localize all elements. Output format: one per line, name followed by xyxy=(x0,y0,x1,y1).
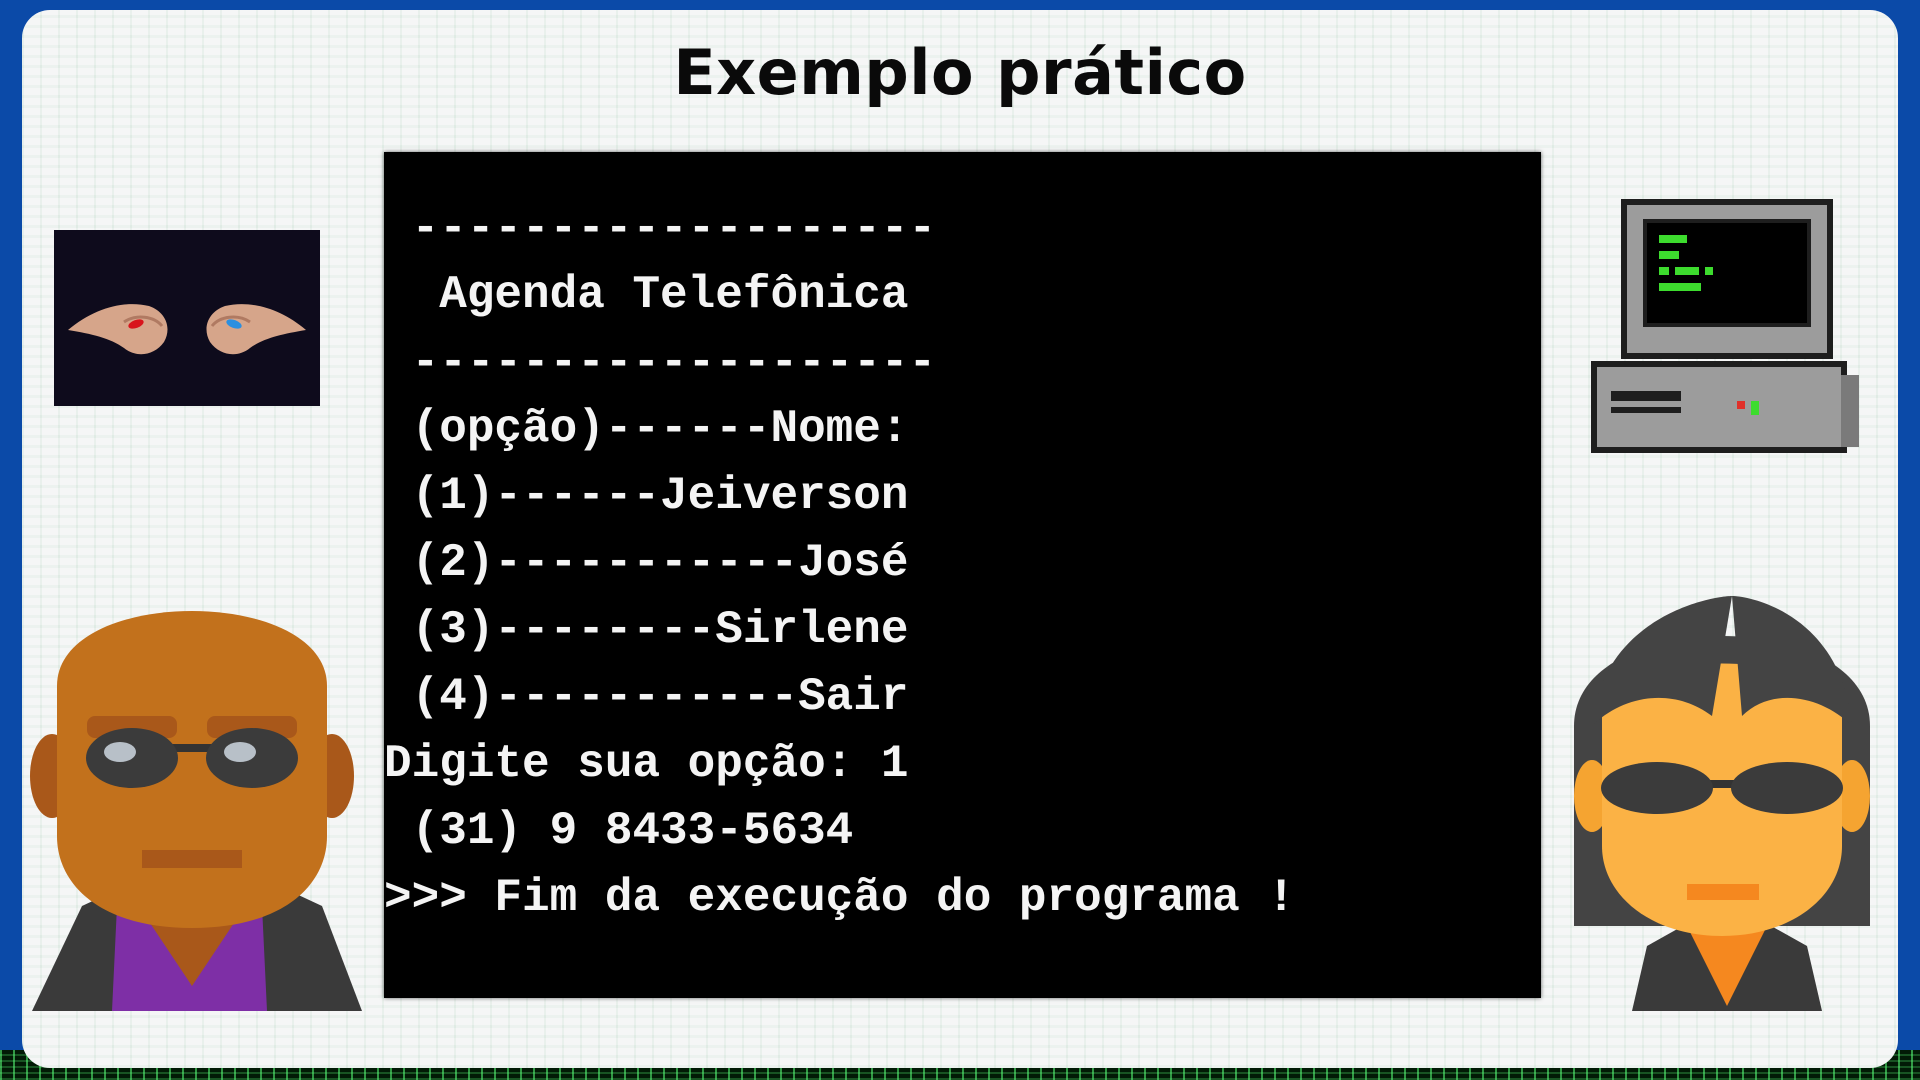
terminal-line-prompt: Digite sua opção: 1 xyxy=(384,738,909,790)
terminal-line-divider-bottom: ------------------- xyxy=(384,337,937,389)
slide-title: Exemplo prático xyxy=(673,36,1247,109)
terminal-output: ------------------- Agenda Telefônica --… xyxy=(384,152,1541,998)
terminal-line-option-3: (3)--------Sirlene xyxy=(384,604,909,656)
terminal-line-phone: (31) 9 8433-5634 xyxy=(384,805,854,857)
trinity-avatar-icon xyxy=(1562,566,1882,1021)
terminal-line-end: >>> Fim da execução do programa ! xyxy=(384,872,1295,924)
terminal-line-option-2: (2)-----------José xyxy=(384,537,909,589)
terminal-line-option-4: (4)-----------Sair xyxy=(384,671,909,723)
retro-computer-icon xyxy=(1587,195,1863,459)
terminal-line-option-1: (1)------Jeiverson xyxy=(384,470,909,522)
terminal-line-divider-top: ------------------- xyxy=(384,203,937,255)
slide-card: Exemplo prático ------------------- Agen… xyxy=(22,10,1898,1068)
morpheus-avatar-icon xyxy=(22,566,382,1021)
terminal-line-header: (opção)------Nome: xyxy=(384,403,909,455)
terminal-line-heading: Agenda Telefônica xyxy=(384,269,909,321)
pills-hands-image xyxy=(54,230,320,406)
